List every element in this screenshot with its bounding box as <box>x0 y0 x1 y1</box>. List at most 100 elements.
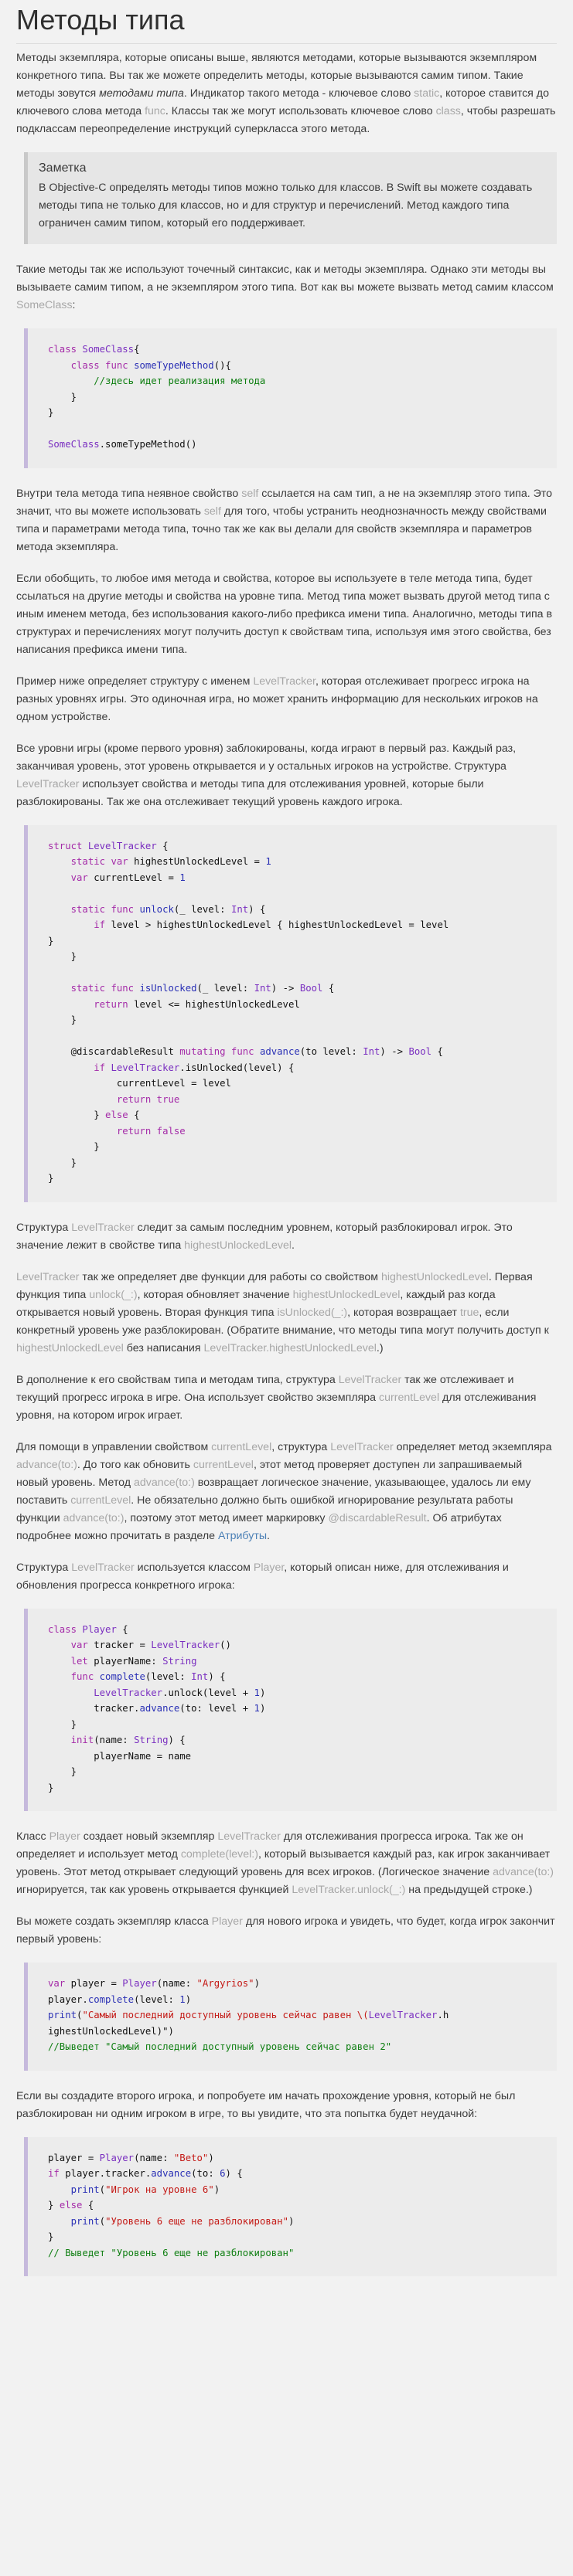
code-token: } <box>48 1014 77 1025</box>
code-line: @discardableResult mutating func advance… <box>48 1046 443 1057</box>
code-token: "Уровень 6 еще не разблокирован" <box>105 2215 288 2227</box>
code-token: Bool <box>408 1046 432 1057</box>
page-title: Методы типа <box>16 4 185 36</box>
code-token: ighestUnlockedLevel)" <box>48 2025 169 2037</box>
code-line: } else { <box>48 1110 139 1120</box>
code-token: "Argyrios" <box>196 1978 254 1989</box>
code-token: ) { <box>168 1735 186 1745</box>
code-token: (level: <box>145 1671 192 1682</box>
code-token: (to: <box>191 2168 220 2179</box>
code-line: print("Самый последний доступный уровень… <box>48 2010 449 2020</box>
code-token: print <box>70 2215 100 2227</box>
code-token: } <box>48 1141 100 1152</box>
code-token: player. <box>48 1993 88 2005</box>
code-line: var player = Player(name: "Argyrios") <box>48 1978 260 1989</box>
code-line: } <box>48 1141 100 1152</box>
code-token: Int <box>230 903 249 915</box>
code-token: LevelTracker <box>111 1062 180 1073</box>
code-token: struct <box>48 840 88 851</box>
code-token: class func <box>70 359 135 371</box>
code-token: String <box>162 1655 197 1667</box>
code-token: (name: <box>134 2152 174 2163</box>
code-token: (_ level: <box>196 983 254 994</box>
code-token: currentLevel = level <box>48 1078 231 1089</box>
code-line: playerName = name <box>48 1751 191 1762</box>
code-token: 1 <box>265 856 271 867</box>
code-token: complete <box>99 1671 145 1682</box>
code-token: 1 <box>179 1993 186 2005</box>
code-token: SomeClass <box>48 439 100 450</box>
code-block-1: class SomeClass{ class func someTypeMeth… <box>24 328 557 468</box>
code-line: LevelTracker.unlock(level + 1) <box>48 1687 265 1698</box>
code-token: ) <box>168 2025 174 2037</box>
code-token: (level: <box>134 1993 180 2005</box>
code-line: } <box>48 1766 77 1777</box>
code-token: } <box>48 1766 77 1777</box>
code-line: static var highestUnlockedLevel = 1 <box>48 856 271 867</box>
code-token: } <box>48 1110 106 1120</box>
paragraph-11: Структура LevelTracker используется клас… <box>16 1561 509 1592</box>
code-line: class func someTypeMethod(){ <box>48 360 231 371</box>
code-token: static func <box>70 903 140 915</box>
code-token: { <box>82 2200 94 2211</box>
code-token: static var <box>70 856 135 867</box>
code-line: } <box>48 1782 53 1793</box>
code-token: Player <box>82 1623 117 1635</box>
code-token: print <box>70 2183 100 2195</box>
code-token: ) -> <box>380 1046 409 1057</box>
code-line: SomeClass.someTypeMethod() <box>48 439 197 450</box>
code-token: // Выведет "Уровень 6 еще не разблокиров… <box>48 2247 295 2258</box>
code-line: } <box>48 2231 53 2242</box>
code-token: { <box>322 983 335 994</box>
code-line: } <box>48 392 77 403</box>
code-block-4: var player = Player(name: "Argyrios") pl… <box>24 1963 557 2071</box>
code-token: SomeClass <box>82 344 135 355</box>
code-token: //Выведет "Самый последний доступный уро… <box>48 2041 392 2052</box>
code-token: complete <box>87 1993 135 2005</box>
code-token: } <box>48 1782 54 1793</box>
code-token: { <box>156 840 169 851</box>
paragraph-3: Внутри тела метода типа неявное свойство… <box>16 487 553 553</box>
code-token: return <box>94 998 135 1010</box>
code-token: unlock <box>139 903 174 915</box>
article: Методы типа Методы экземпляра, которые о… <box>0 0 573 2576</box>
code-line: return level <= highestUnlockedLevel <box>48 999 300 1010</box>
code-token: playerName: <box>94 1655 163 1667</box>
paragraph-14: Если вы создадите второго игрока, и попр… <box>16 2089 516 2120</box>
code-token: ) { <box>208 1671 226 1682</box>
code-token: .isUnlocked(level) { <box>179 1062 295 1073</box>
code-line: init(name: String) { <box>48 1735 186 1745</box>
code-token: init <box>70 1735 94 1745</box>
code-line: class SomeClass{ <box>48 344 139 355</box>
code-token: { <box>116 1623 128 1635</box>
code-token: } <box>48 1173 54 1184</box>
code-line: } <box>48 951 77 962</box>
paragraph-2: Такие методы так же используют точечный … <box>16 263 554 311</box>
code-token: { <box>134 344 140 355</box>
code-line: func complete(level: Int) { <box>48 1671 226 1682</box>
code-token: currentLevel = <box>94 872 180 883</box>
paragraph-13: Вы можете создать экземпляр класса Playe… <box>16 1915 555 1946</box>
code-line: static func unlock(_ level: Int) { <box>48 903 266 915</box>
code-line: var currentLevel = 1 <box>48 872 186 883</box>
code-token: Player <box>99 2152 135 2163</box>
code-token: ) <box>288 2215 295 2227</box>
code-token: mutating func <box>179 1046 260 1057</box>
attributes-link[interactable]: Атрибуты <box>218 1530 267 1542</box>
code-token: 6 <box>220 2168 226 2179</box>
code-token: (to: level + <box>179 1703 254 1714</box>
code-line: } <box>48 1014 77 1025</box>
code-line: var tracker = LevelTracker() <box>48 1640 231 1650</box>
code-token: } <box>48 1718 77 1730</box>
code-token: LevelTracker <box>87 840 157 851</box>
code-token: let <box>70 1655 94 1667</box>
code-token: advance <box>151 2168 192 2179</box>
code-token: player.tracker. <box>65 2168 152 2179</box>
code-line: static func isUnlocked(_ level: Int) -> … <box>48 983 335 994</box>
code-token: ) <box>254 1978 260 1989</box>
code-token: ) <box>259 1687 266 1698</box>
code-token: return false <box>116 1125 186 1137</box>
